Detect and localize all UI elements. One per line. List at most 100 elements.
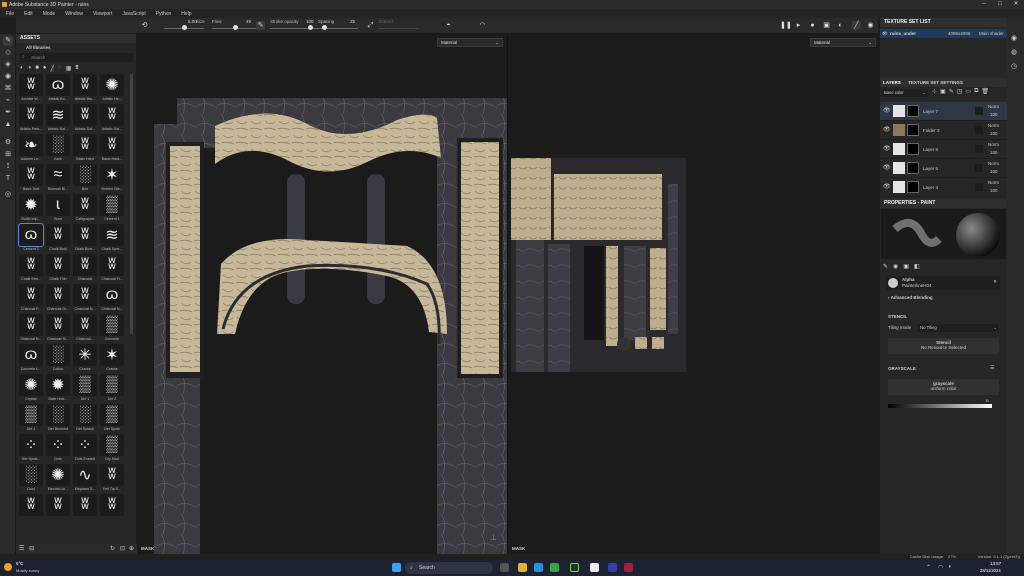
stencil-settings-icon[interactable]: ▣ bbox=[903, 263, 909, 270]
asset-item[interactable]: ʬ bbox=[45, 494, 71, 524]
asset-item[interactable]: ɷ Concrete L... bbox=[18, 344, 44, 374]
menu-edit[interactable]: Edit bbox=[24, 11, 33, 17]
menu-help[interactable]: Help bbox=[181, 11, 191, 17]
instance-icon[interactable]: ⧉ bbox=[974, 88, 978, 95]
brush-settings-icon[interactable]: ✎ bbox=[883, 263, 888, 270]
material-picker-icon[interactable]: ✒ bbox=[3, 108, 13, 118]
view-mode-icon[interactable]: ▸ bbox=[794, 21, 803, 30]
layer-name[interactable]: Layer 6 bbox=[923, 147, 938, 152]
asset-item[interactable]: ✺ Electric Lin... bbox=[45, 464, 71, 494]
asset-item[interactable]: ʬ Artistic Pain... bbox=[18, 104, 44, 134]
display-settings-icon[interactable]: ◉ bbox=[1011, 34, 1017, 42]
eye-icon[interactable]: 👁 bbox=[882, 29, 888, 38]
render-icon[interactable]: ◉ bbox=[866, 21, 875, 30]
layer-opacity[interactable]: 100 bbox=[990, 169, 998, 174]
asset-item[interactable]: ✹ Bullet Imp... bbox=[18, 194, 44, 224]
delete-layer-icon[interactable]: 🗑 bbox=[981, 88, 989, 95]
chrome-icon[interactable] bbox=[550, 563, 559, 572]
alpha-slot[interactable]: Alpha PainterlineH04 ✕ bbox=[886, 276, 1000, 290]
asset-item[interactable]: ░ Blur bbox=[72, 164, 98, 194]
add-effect-icon[interactable]: ✎ bbox=[949, 88, 954, 95]
clock-date[interactable]: 28/11/2024 bbox=[980, 568, 1001, 573]
asset-item[interactable]: ɷ Charcoal N... bbox=[99, 284, 125, 314]
polygon-fill-icon[interactable]: ▲ bbox=[3, 120, 13, 130]
asset-item[interactable]: ▒ Dirt Spots bbox=[99, 404, 125, 434]
asset-search-input[interactable]: Search bbox=[31, 55, 45, 60]
paint-brush-icon[interactable]: ✎ bbox=[3, 36, 13, 46]
asset-item[interactable]: ≋ Artistic Sof... bbox=[45, 104, 71, 134]
grayscale-gradient[interactable] bbox=[888, 404, 992, 408]
asset-item[interactable]: ʬ Felt Tip S... bbox=[99, 464, 125, 494]
app-icon-1[interactable] bbox=[608, 563, 617, 572]
mask-label-2d[interactable]: MASK bbox=[512, 546, 525, 551]
smudge-icon[interactable]: ⌘ bbox=[3, 84, 13, 94]
pressure-icon[interactable]: ✎ bbox=[256, 21, 265, 30]
layer-visibility-icon[interactable]: 👁 bbox=[883, 126, 891, 133]
clone-icon[interactable]: ⌁ bbox=[3, 96, 13, 106]
asset-item[interactable]: ░ Dust bbox=[18, 464, 44, 494]
weather-desc[interactable]: Mostly sunny bbox=[16, 568, 39, 573]
asset-item[interactable]: ✶ Cracks bbox=[99, 344, 125, 374]
size-value[interactable]: 5.00 bbox=[188, 19, 197, 24]
asset-item[interactable]: ▒ Dirt 1 bbox=[72, 374, 98, 404]
shader-settings-icon[interactable]: ◍ bbox=[1011, 48, 1017, 56]
viewport-2d[interactable]: Material ⌄ MASK bbox=[507, 34, 879, 554]
channel-dropdown[interactable]: Base color ⌄ bbox=[882, 89, 928, 97]
maximize-button[interactable]: □ bbox=[992, 0, 1008, 9]
filter-alphas-icon[interactable]: ● bbox=[43, 65, 47, 71]
layer-row[interactable]: 👁 Layer 5 Norm 100 bbox=[880, 159, 1007, 178]
asset-item[interactable]: ≋ Chalk Spre... bbox=[99, 224, 125, 254]
asset-item[interactable]: ✳ Cracks bbox=[72, 344, 98, 374]
asset-item[interactable]: ʬ Artistic Sof... bbox=[72, 104, 98, 134]
weather-temp[interactable]: 6°C bbox=[16, 561, 24, 566]
grayscale-settings-icon[interactable]: ◧ bbox=[914, 263, 920, 270]
jitter-icon[interactable]: ⤢ bbox=[366, 21, 375, 30]
asset-item[interactable]: ✶ Broken Gla... bbox=[99, 164, 125, 194]
layer-row[interactable]: 👁 Folder 3 Norm 100 bbox=[880, 121, 1007, 140]
layer-row[interactable]: 👁 Layer 6 Norm 100 bbox=[880, 140, 1007, 159]
asset-item[interactable]: ʬ Charcoal Gr... bbox=[45, 284, 71, 314]
stroke-opacity-value[interactable]: 100 bbox=[306, 19, 314, 24]
filter-smart-materials-icon[interactable]: ◑ bbox=[28, 65, 32, 71]
asset-item[interactable]: ❧ Autumn Le... bbox=[18, 134, 44, 164]
layer-name[interactable]: Layer 4 bbox=[923, 185, 938, 190]
asset-item[interactable]: ʬ Basic Soft bbox=[18, 164, 44, 194]
filter-grid-icon[interactable]: ▦ bbox=[66, 65, 72, 72]
asset-item[interactable]: ɷ Artistic Bo... bbox=[45, 74, 71, 104]
asset-item[interactable]: ʬ Charcoal... bbox=[72, 314, 98, 344]
tab-layers[interactable]: LAYERS bbox=[883, 80, 901, 85]
library-selector[interactable]: All libraries bbox=[16, 43, 136, 52]
asset-item[interactable]: ░ Dirt Brushed bbox=[45, 404, 71, 434]
video-icon[interactable]: ▣ bbox=[822, 21, 831, 30]
asset-filter-icon[interactable]: ⊟ bbox=[29, 546, 34, 552]
unreal-icon[interactable] bbox=[590, 563, 599, 572]
asset-item[interactable]: ʬ bbox=[99, 494, 125, 524]
app-icon-2[interactable] bbox=[624, 563, 633, 572]
asset-item[interactable]: ʬ Basic Hard... bbox=[99, 134, 125, 164]
camera-icon[interactable]: ◓ bbox=[444, 21, 453, 30]
menu-python[interactable]: Python bbox=[156, 11, 172, 17]
asset-item[interactable]: ░ Cotton bbox=[45, 344, 71, 374]
asset-item[interactable]: ʬ Chalk Stro... bbox=[18, 254, 44, 284]
close-button[interactable]: ✕ bbox=[1008, 0, 1024, 9]
texture-set-shader[interactable]: Main shader bbox=[979, 29, 1004, 38]
layer-visibility-icon[interactable]: 👁 bbox=[883, 107, 891, 114]
measure-icon[interactable]: ⊞ bbox=[3, 150, 13, 160]
material-settings-icon[interactable]: ◉ bbox=[893, 263, 898, 270]
layer-mask-thumbnail[interactable] bbox=[907, 162, 919, 174]
text-icon[interactable]: T bbox=[3, 174, 13, 184]
display-icon[interactable]: ● bbox=[808, 21, 817, 30]
menu-window[interactable]: Window bbox=[65, 11, 83, 17]
layer-row[interactable]: 👁 Layer 4 Norm 100 bbox=[880, 178, 1007, 197]
size-slider-knob[interactable] bbox=[182, 25, 187, 30]
viewport-3d[interactable]: Material ⌄ MASK ⊥ bbox=[137, 34, 507, 554]
asset-item[interactable]: ʬ Charcoal Sl... bbox=[45, 314, 71, 344]
clock-time[interactable]: 13:57 bbox=[990, 561, 1001, 566]
path-icon[interactable]: ⟟ bbox=[3, 162, 13, 172]
asset-item[interactable]: ɩ Burn bbox=[45, 194, 71, 224]
asset-item[interactable]: ░ Bark bbox=[45, 134, 71, 164]
menu-mode[interactable]: Mode bbox=[43, 11, 56, 17]
grayscale-options-icon[interactable]: ☰ bbox=[990, 365, 994, 371]
taskbar-search[interactable]: ⌕ Search bbox=[405, 562, 493, 574]
alpha-clear-icon[interactable]: ✕ bbox=[993, 279, 997, 285]
